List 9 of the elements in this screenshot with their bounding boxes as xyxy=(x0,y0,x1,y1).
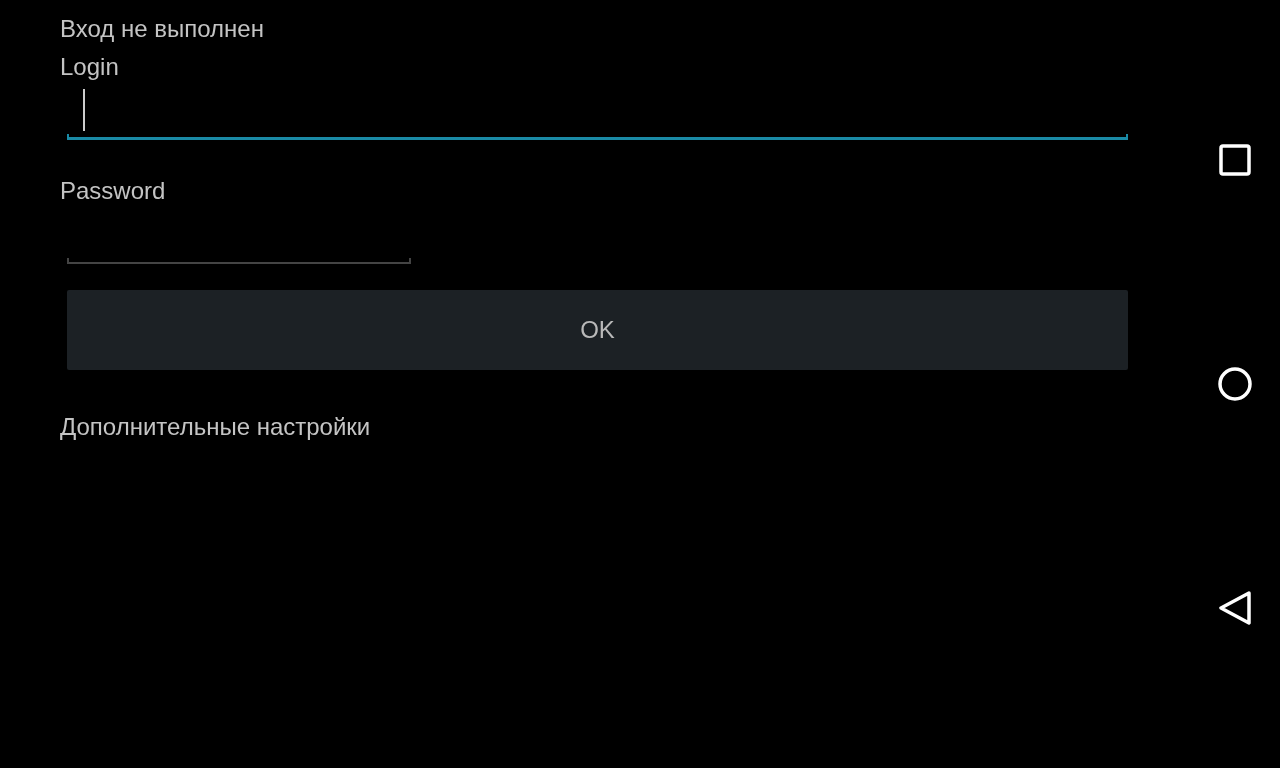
ok-button[interactable]: OK xyxy=(67,290,1128,370)
home-icon[interactable] xyxy=(1218,367,1252,401)
settings-link[interactable]: Дополнительные настройки xyxy=(60,412,1190,442)
back-icon[interactable] xyxy=(1218,591,1252,625)
recents-icon[interactable] xyxy=(1218,143,1252,177)
status-text: Вход не выполнен xyxy=(60,14,265,44)
text-cursor xyxy=(83,89,85,131)
field-label: Login xyxy=(60,52,120,82)
field-label: Password xyxy=(60,176,167,206)
